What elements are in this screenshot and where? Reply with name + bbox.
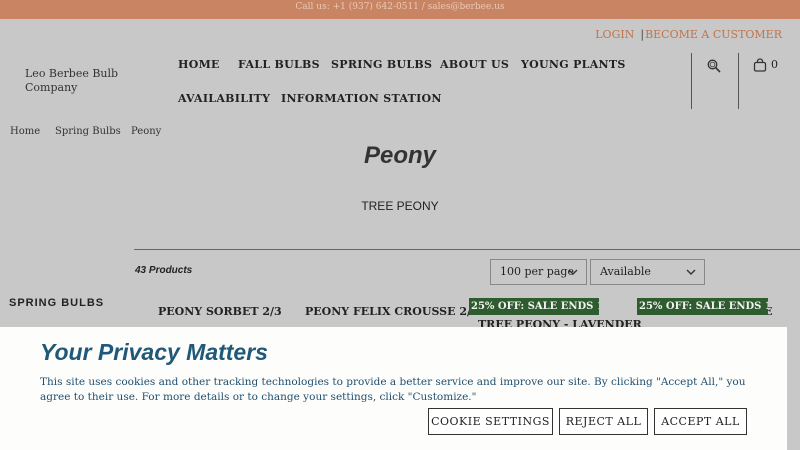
shopping-bag-icon[interactable]	[753, 57, 767, 76]
cart-count: 0	[771, 58, 778, 71]
sale-badge: 25% OFF: SALE ENDS 12/31C	[469, 298, 599, 315]
login-link[interactable]: LOGIN	[595, 28, 634, 41]
scrollbar[interactable]	[787, 327, 800, 450]
breadcrumb-home[interactable]: Home	[10, 126, 40, 137]
cookie-title: Your Privacy Matters	[40, 339, 268, 365]
nav-spring-bulbs[interactable]: SPRING BULBS	[331, 58, 432, 71]
chevron-down-icon	[686, 269, 696, 275]
breadcrumb-spring-bulbs[interactable]: Spring Bulbs	[55, 126, 121, 137]
contact-text: Call us: +1 (937) 642-0511 / sales@berbe…	[295, 2, 505, 12]
header-divider	[691, 53, 692, 109]
page-subtitle: TREE PEONY	[361, 199, 439, 213]
per-page-select[interactable]: 100 per page	[490, 259, 587, 285]
separator: |	[640, 28, 645, 41]
breadcrumb-peony: Peony	[131, 126, 162, 137]
account-links: LOGIN |BECOME A CUSTOMER	[595, 28, 782, 41]
chevron-down-icon	[568, 269, 578, 275]
nav-availability[interactable]: AVAILABILITY	[178, 92, 270, 105]
nav-information-station[interactable]: INFORMATION STATION	[281, 92, 442, 105]
logo-line-1: Leo Berbee Bulb	[25, 67, 119, 80]
sidebar-heading: SPRING BULBS	[9, 297, 105, 309]
logo[interactable]: Leo Berbee Bulb Company	[25, 67, 135, 95]
nav-about-us[interactable]: ABOUT US	[440, 58, 509, 71]
product-name[interactable]: PEONY FELIX CROUSSE 2/3	[305, 305, 479, 318]
nav-young-plants[interactable]: YOUNG PLANTS	[521, 58, 626, 71]
accept-all-button[interactable]: ACCEPT ALL	[654, 408, 747, 435]
product-name[interactable]: PEONY SORBET 2/3	[158, 305, 282, 318]
contact-bar: Call us: +1 (937) 642-0511 / sales@berbe…	[0, 0, 800, 19]
product-count: 43 Products	[135, 265, 193, 276]
header-divider	[738, 53, 739, 109]
search-icon[interactable]	[707, 58, 721, 77]
divider	[134, 249, 800, 250]
cookie-text: This site uses cookies and other trackin…	[40, 376, 746, 403]
reject-all-button[interactable]: REJECT ALL	[559, 408, 648, 435]
page-title: Peony	[363, 142, 437, 169]
availability-filter-select[interactable]: Available	[590, 259, 705, 285]
availability-filter-value: Available	[600, 265, 651, 278]
nav-home[interactable]: HOME	[178, 58, 220, 71]
cookie-settings-button[interactable]: COOKIE SETTINGS	[428, 408, 553, 435]
per-page-value: 100 per page	[500, 265, 574, 278]
nav-fall-bulbs[interactable]: FALL BULBS	[238, 58, 320, 71]
sale-badge: 25% OFF: SALE ENDS 12/31E	[637, 298, 768, 315]
logo-line-2: Company	[25, 81, 78, 94]
become-customer-link[interactable]: BECOME A CUSTOMER	[645, 28, 782, 41]
